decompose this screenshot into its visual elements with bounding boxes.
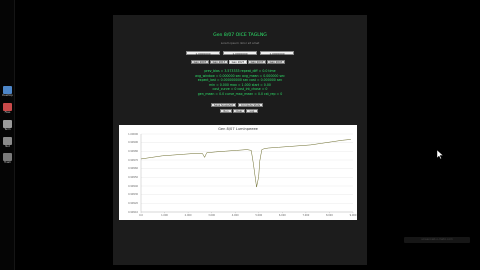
desktop-shortcut-label: Files: [4, 111, 11, 114]
monitor-icon: [3, 86, 12, 94]
app-window: Gen 8/07 OICE TAGLNG Lorem ipsum dolor s…: [113, 15, 367, 265]
folder-icon: [3, 103, 12, 111]
desktop-shortcut-label: Desktop: [2, 94, 13, 97]
network-icon: [3, 137, 12, 145]
param-field-1[interactable]: 1.0000000: [186, 51, 220, 56]
desktop-shortcut-4[interactable]: Net: [2, 137, 13, 148]
desktop-shortcut-label: Term: [4, 128, 11, 131]
compute-stats-button[interactable]: Compute Stats: [238, 103, 263, 107]
desktop-shortcut-2[interactable]: Files: [2, 103, 13, 114]
log-button[interactable]: Log: [246, 109, 258, 113]
luminance-chart: Gen 8/07 Luminpeeee 1.00000 0.99990 0.9998…: [119, 125, 357, 220]
trash-icon: [3, 153, 12, 161]
param-field-3[interactable]: 1.0000000: [260, 51, 294, 56]
tab-gen-2037[interactable]: Gen 2037: [248, 60, 266, 64]
recorder-watermark: screencast-o-matic.com: [404, 237, 470, 243]
desktop-shortcut-label: Net: [5, 145, 10, 148]
desktop-shortcut-5[interactable]: Trash: [2, 153, 13, 164]
page-subtitle: Lorem ipsum dolor sit amet: [220, 41, 260, 45]
chart-plot: [140, 133, 354, 214]
tab-gen-2007[interactable]: Gen 2007: [191, 60, 209, 64]
stats-line: gen_mean = 0.0 curve_max_mean = 0.0 cst_…: [197, 91, 283, 96]
mouse-cursor-icon: [437, 150, 443, 159]
series-line-0: [140, 139, 351, 188]
tab-gen-2017[interactable]: Gen 2017: [210, 60, 228, 64]
clear-button[interactable]: Clear: [233, 109, 245, 113]
page-title: Gen 8/07 OICE TAGLNG: [213, 33, 267, 38]
param-field-2[interactable]: 1.0000000: [223, 51, 257, 56]
chart-axes: [140, 134, 353, 213]
tab-gen-2027[interactable]: Gen 2027: [229, 60, 247, 64]
terminal-icon: [3, 120, 12, 128]
desktop-shortcut-1[interactable]: Desktop: [2, 86, 13, 97]
desktop-shortcut-label: Trash: [4, 161, 11, 164]
desktop-shortcut-3[interactable]: Term: [2, 120, 13, 131]
stats-block: prev_bias = 3.573333 repeat_diff = 0.0 t…: [113, 69, 367, 97]
tab-gen-2047[interactable]: Gen 2047: [267, 60, 285, 64]
desktop-icon-bar: Desktop Files Term Net Trash: [0, 0, 15, 270]
run-button[interactable]: Run: [220, 109, 232, 113]
save-snapshot-button[interactable]: Save Snapshot: [211, 103, 236, 107]
